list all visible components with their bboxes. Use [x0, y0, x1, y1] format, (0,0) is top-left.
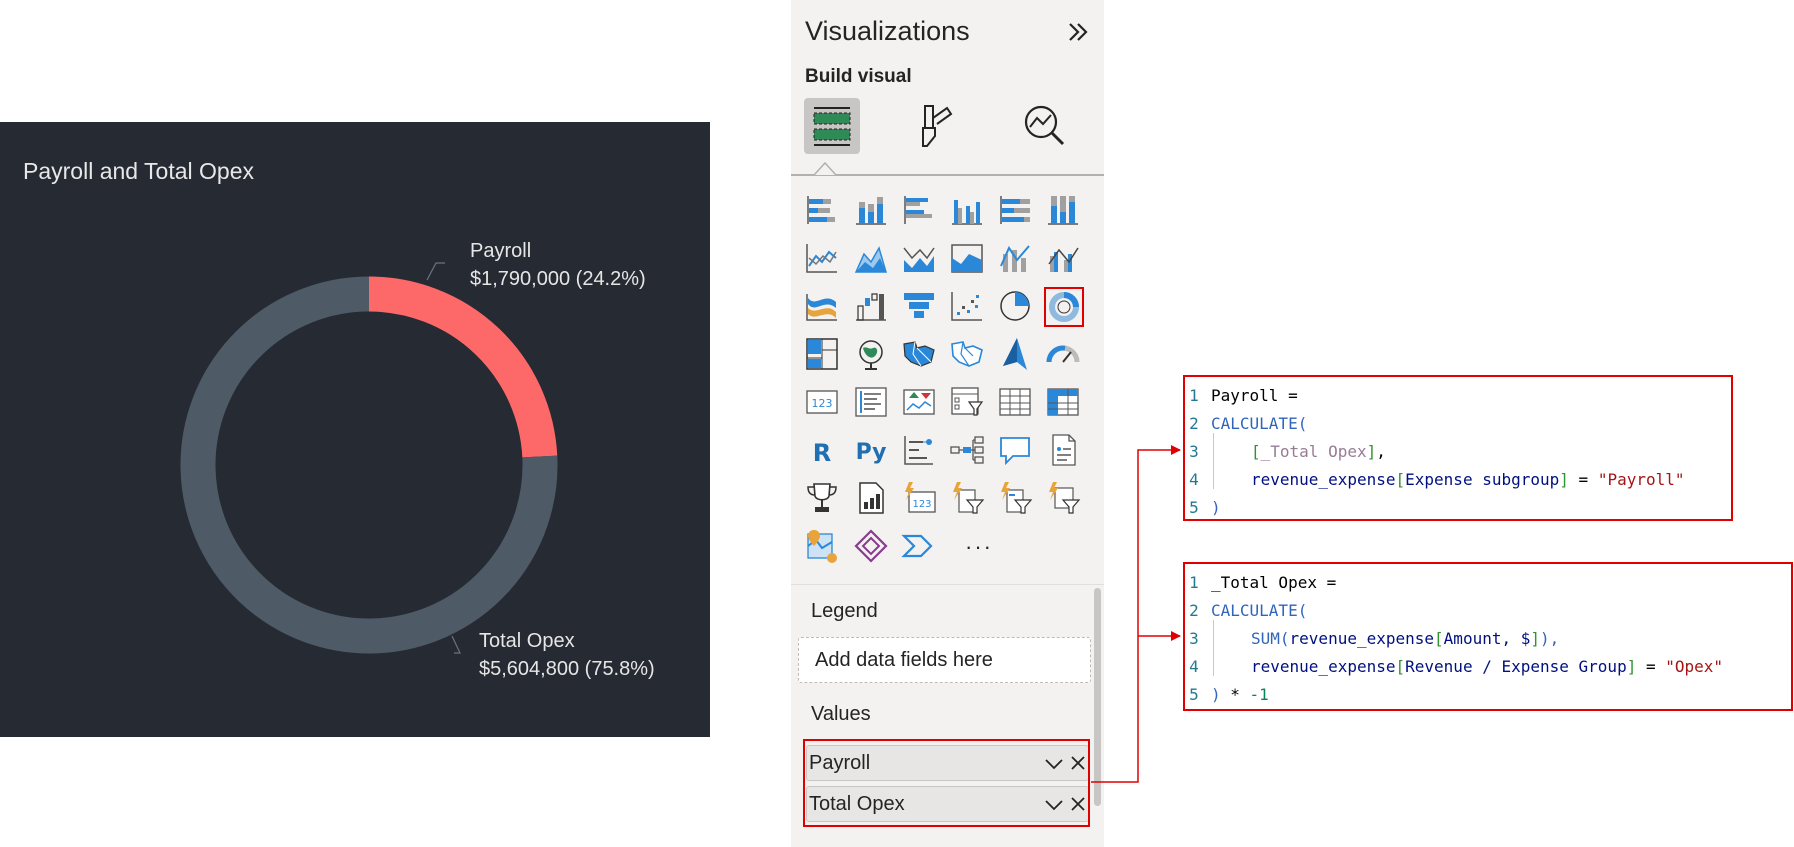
indent-guide [1213, 433, 1214, 489]
arrow-to-payroll-code [1091, 445, 1181, 783]
indent-guide [1213, 620, 1214, 676]
payroll-measure-code: 1 Payroll = 2 CALCULATE( 3 [_Total Opex], 4… [1183, 375, 1733, 521]
total-opex-measure-code: 1 _Total Opex = 2 CALCULATE( 3 SUM(revenue_… [1183, 562, 1793, 711]
